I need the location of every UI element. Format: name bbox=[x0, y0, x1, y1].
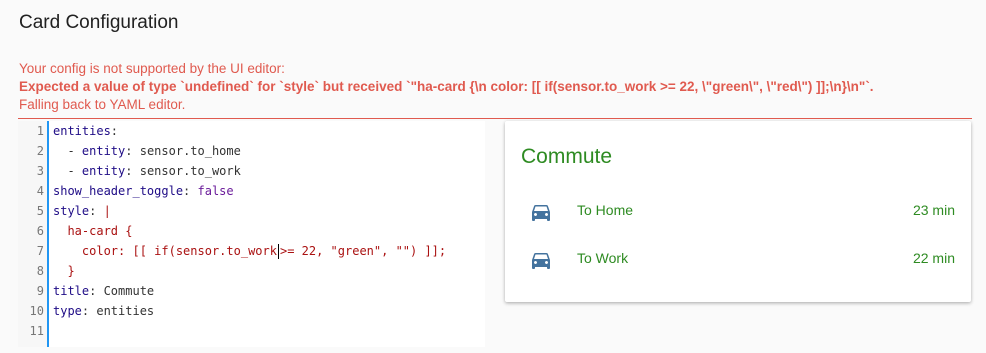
car-icon bbox=[529, 248, 553, 272]
config-warning: Your config is not supported by the UI e… bbox=[19, 60, 972, 114]
code-token: : Commute bbox=[89, 284, 155, 298]
code-token: : sensor.to_work bbox=[125, 164, 241, 178]
editor-line-10[interactable]: 10 type: entities bbox=[18, 301, 485, 321]
entity-row[interactable]: To Work 22 min bbox=[505, 238, 971, 278]
line-number: 1 bbox=[36, 124, 44, 138]
code-token: | bbox=[103, 204, 111, 218]
code-token: - bbox=[53, 144, 82, 158]
warning-divider bbox=[18, 118, 972, 119]
editor-line-7[interactable]: 7 color: [[ if(sensor.to_work >= 22, "gre… bbox=[18, 241, 485, 261]
code-token: show_header_toggle bbox=[53, 184, 184, 198]
car-icon bbox=[529, 200, 553, 224]
code-text[interactable]: ha-card { bbox=[53, 221, 132, 241]
warning-line-3: Falling back to YAML editor. bbox=[19, 97, 186, 112]
code-token: entity bbox=[81, 164, 126, 178]
code-text[interactable]: - entity: sensor.to_work bbox=[53, 161, 241, 181]
entity-name: To Work bbox=[577, 250, 629, 266]
code-token: : sensor.to_home bbox=[125, 144, 241, 158]
line-number: 6 bbox=[36, 224, 44, 238]
code-token: style bbox=[53, 204, 90, 218]
line-number: 2 bbox=[36, 144, 44, 158]
entity-row[interactable]: To Home 23 min bbox=[505, 190, 971, 230]
card-title: Commute bbox=[521, 145, 613, 168]
code-token: : entities bbox=[81, 304, 155, 318]
code-token: } bbox=[53, 264, 75, 278]
code-token: type bbox=[53, 304, 82, 318]
editor-line-8[interactable]: 8 } bbox=[18, 261, 485, 281]
line-number: 5 bbox=[36, 204, 44, 218]
entity-state: 23 min bbox=[912, 202, 955, 218]
code-text[interactable]: type: entities bbox=[53, 301, 154, 321]
code-token: >= 22, "green", "") ]]; bbox=[279, 244, 447, 258]
code-text[interactable]: - entity: sensor.to_home bbox=[53, 141, 241, 161]
warning-line-2: Expected a value of type `undefined` for… bbox=[19, 79, 874, 94]
code-token: title bbox=[53, 284, 90, 298]
code-token: - bbox=[53, 164, 82, 178]
editor-line-1[interactable]: 1 entities: bbox=[18, 121, 485, 141]
editor-line-5[interactable]: 5 style: | bbox=[18, 201, 485, 221]
entities-card-preview: Commute To Home 23 min To Work 22 min bbox=[505, 121, 971, 302]
line-number: 10 bbox=[29, 304, 44, 318]
editor-line-9[interactable]: 9 title: Commute bbox=[18, 281, 485, 301]
editor-line-3[interactable]: 3 - entity: sensor.to_work bbox=[18, 161, 485, 181]
text-cursor bbox=[277, 244, 279, 259]
code-text[interactable]: style: | bbox=[53, 201, 111, 221]
code-token: false bbox=[197, 184, 234, 198]
line-number: 9 bbox=[36, 284, 44, 298]
editor-line-11[interactable]: 11 bbox=[18, 321, 485, 341]
editor-line-2[interactable]: 2 - entity: sensor.to_home bbox=[18, 141, 485, 161]
page-title: Card Configuration bbox=[19, 12, 179, 33]
editor-line-6[interactable]: 6 ha-card { bbox=[18, 221, 485, 241]
code-text[interactable]: entities: bbox=[53, 121, 118, 141]
code-token: ha-card { bbox=[53, 224, 133, 238]
line-number: 4 bbox=[36, 184, 44, 198]
code-token: : bbox=[89, 204, 104, 218]
entity-state: 22 min bbox=[912, 250, 955, 266]
warning-line-1: Your config is not supported by the UI e… bbox=[19, 61, 285, 76]
code-text[interactable]: } bbox=[53, 261, 75, 281]
line-number: 7 bbox=[36, 244, 44, 258]
code-text[interactable]: color: [[ if(sensor.to_work >= 22, "green… bbox=[53, 241, 446, 261]
code-token: entities bbox=[53, 124, 111, 138]
yaml-editor[interactable]: 1 entities: 2 - entity: sensor.to_home 3 - … bbox=[18, 121, 485, 347]
editor-line-4[interactable]: 4 show_header_toggle: false bbox=[18, 181, 485, 201]
code-token: : bbox=[110, 124, 119, 138]
line-number: 11 bbox=[29, 324, 44, 338]
line-number: 8 bbox=[36, 264, 44, 278]
code-text[interactable]: title: Commute bbox=[53, 281, 154, 301]
line-number: 3 bbox=[36, 164, 44, 178]
code-token: entity bbox=[81, 144, 126, 158]
code-token: : bbox=[183, 184, 198, 198]
code-token: color: [[ if(sensor.to_work bbox=[53, 244, 277, 258]
entity-name: To Home bbox=[577, 202, 634, 218]
code-text[interactable]: show_header_toggle: false bbox=[53, 181, 234, 201]
